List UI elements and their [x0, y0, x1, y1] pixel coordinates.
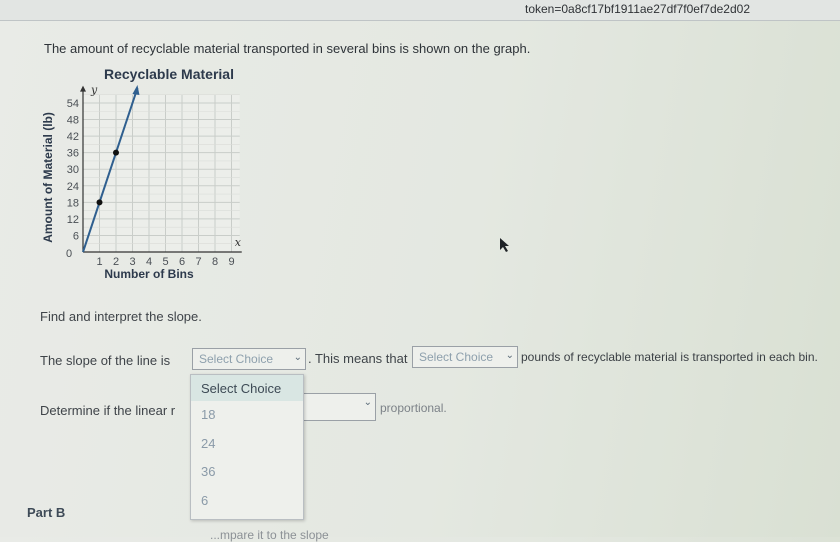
- x-tick-label: 0: [66, 248, 72, 260]
- y-tick-label: 36: [67, 148, 79, 160]
- part-b-text-cutoff: ...mpare it to the slope: [210, 528, 329, 542]
- y-tick-label: 12: [67, 214, 79, 226]
- sentence1-middle: . This means that: [308, 351, 408, 366]
- y-axis-arrow-icon: [80, 85, 86, 92]
- slope-select-value: Select Choice: [199, 352, 274, 366]
- dropdown-option[interactable]: 24: [191, 430, 303, 459]
- plot-area: [83, 94, 240, 253]
- line-arrow-icon: [132, 85, 140, 96]
- data-point: [96, 199, 103, 206]
- find-slope-prompt: Find and interpret the slope.: [40, 309, 202, 324]
- interpretation-select[interactable]: Select Choice ⌄: [412, 346, 518, 368]
- dropdown-option[interactable]: 18: [191, 401, 303, 430]
- chevron-down-icon: ⌄: [505, 350, 514, 361]
- slope-dropdown-list: Select Choice 18 24 36 6: [190, 374, 304, 520]
- y-tick-label: 24: [67, 181, 79, 193]
- mouse-cursor-icon: [500, 238, 509, 252]
- sentence2-before: Determine if the linear r: [40, 403, 176, 418]
- proportional-select[interactable]: ⌄: [298, 393, 376, 421]
- y-tick-label: 42: [67, 131, 79, 143]
- data-point: [113, 149, 119, 156]
- x-tick-label: 1: [96, 256, 102, 268]
- x-tick-label: 9: [228, 256, 234, 268]
- x-axis-letter: x: [235, 236, 242, 249]
- y-axis-label: Amount of Material (lb): [41, 112, 55, 243]
- part-b-heading: Part B: [27, 505, 66, 520]
- y-tick-label: 6: [73, 230, 79, 242]
- y-tick-label: 18: [67, 197, 79, 209]
- sentence2-after: proportional.: [380, 401, 447, 415]
- dropdown-option[interactable]: 6: [191, 487, 303, 516]
- dropdown-option[interactable]: Select Choice: [191, 375, 303, 401]
- y-tick-label: 54: [67, 98, 79, 110]
- slope-select[interactable]: Select Choice ⌄: [192, 348, 306, 370]
- recyclable-material-chart: yx01 2 3 4 5 6 7 8 961218243036424854Number of B…: [41, 84, 242, 281]
- x-axis-label: Number of Bins: [104, 267, 194, 281]
- x-tick-label: 8: [212, 256, 218, 268]
- y-tick-label: 30: [67, 164, 79, 176]
- y-tick-label: 48: [67, 115, 79, 127]
- y-axis-letter: y: [90, 84, 98, 97]
- x-tick-label: 7: [195, 256, 201, 268]
- dropdown-option[interactable]: 36: [191, 458, 303, 487]
- chevron-down-icon: ⌄: [293, 352, 302, 363]
- sentence1-after: pounds of recyclable material is transpo…: [521, 350, 818, 364]
- sentence1-before: The slope of the line is: [40, 353, 171, 368]
- chevron-down-icon: ⌄: [363, 397, 372, 408]
- interpretation-select-value: Select Choice: [419, 350, 494, 364]
